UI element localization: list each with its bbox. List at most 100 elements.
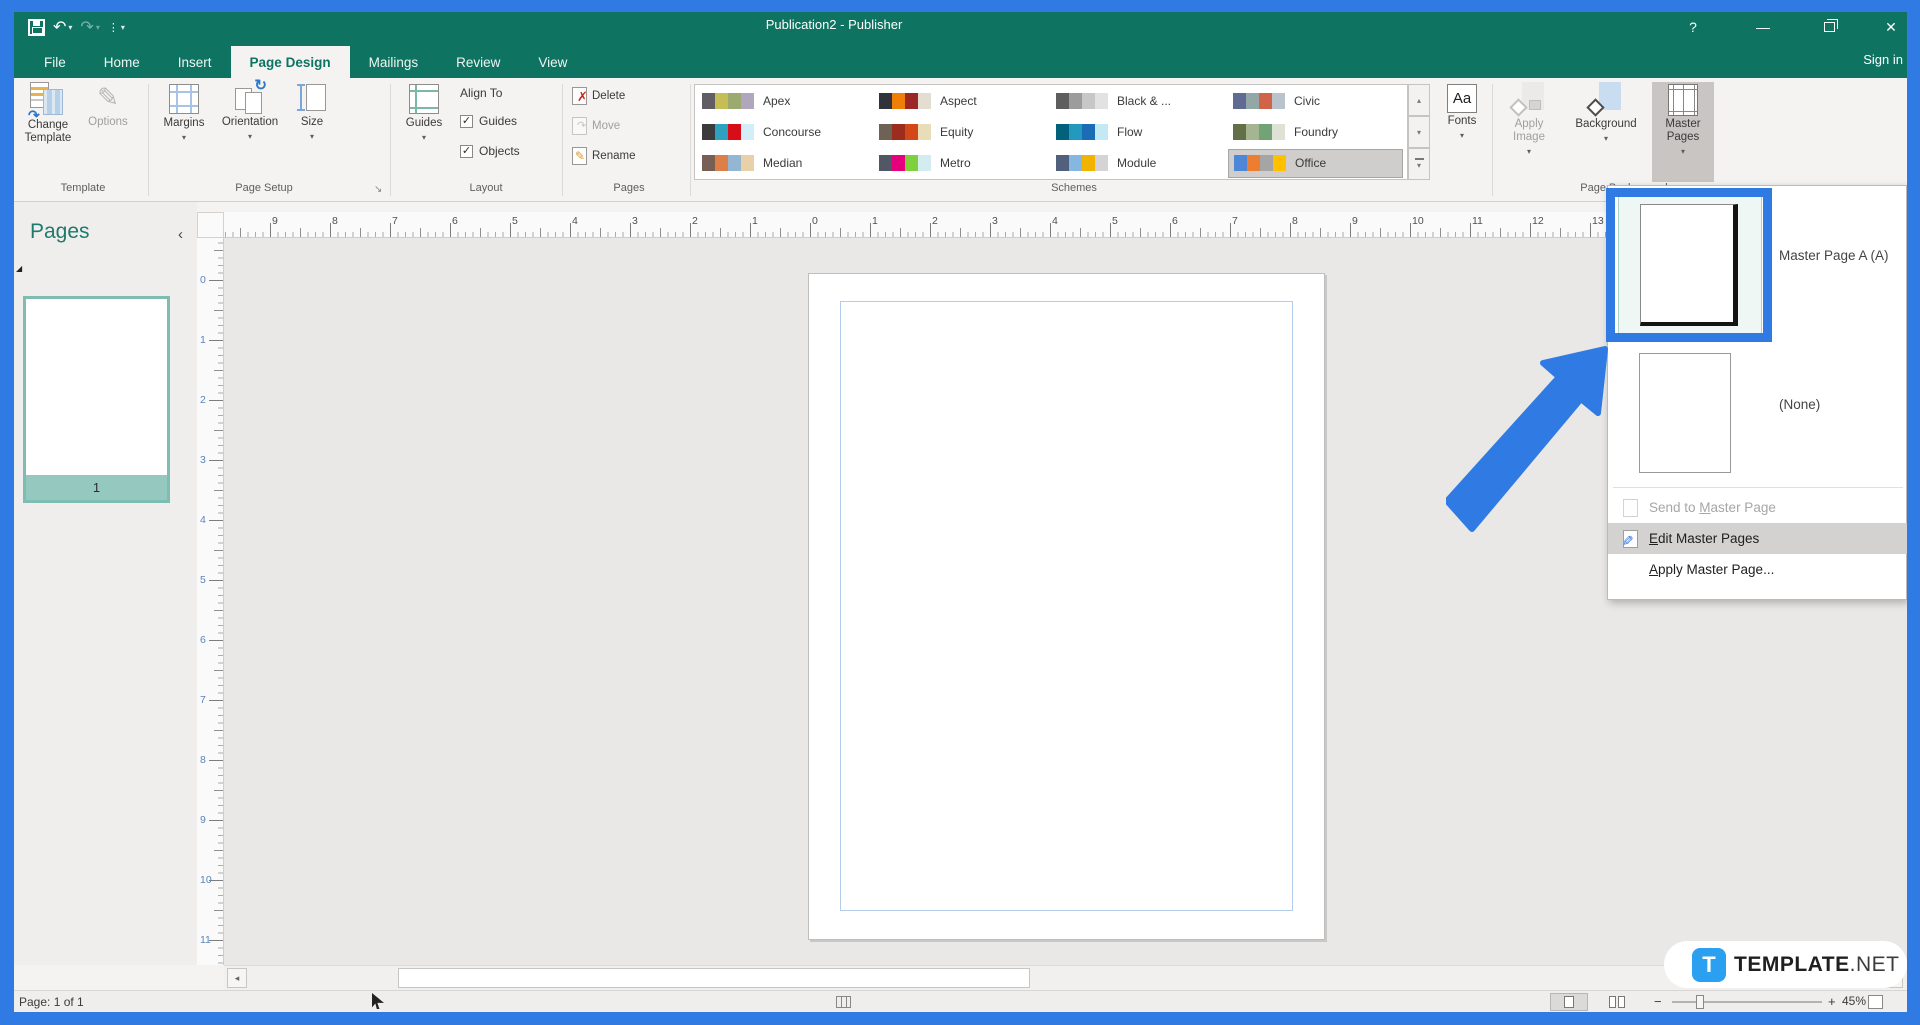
fit-page-button[interactable] [1868,995,1883,1009]
tab-page-design[interactable]: Page Design [231,46,350,78]
undo-button[interactable]: ↶▾ [53,17,72,37]
v-ruler-number: 3 [200,454,206,466]
menu-item-label: Send to Master Page [1649,500,1776,515]
gallery-scrollbar: ▴ ▾ ▾ [1408,84,1430,180]
gallery-scroll-up-button[interactable]: ▴ [1408,84,1430,116]
apply-image-button[interactable]: Apply Image▾ [1500,82,1558,158]
two-page-view-button[interactable] [1598,993,1636,1011]
size-button[interactable]: Size▾ [288,82,336,143]
align-objects-checkbox[interactable]: ✓ Objects [460,144,520,158]
screenshot-border-bottom [0,1012,1920,1025]
chevron-down-icon[interactable]: ▾ [68,23,72,32]
checkbox-checked-icon: ✓ [460,145,473,158]
restore-icon [1824,22,1835,32]
h-ruler-number: 13 [1592,215,1604,227]
h-ruler-number: 9 [272,215,278,227]
align-guides-checkbox[interactable]: ✓ Guides [460,114,517,128]
menu-item-send-to-master-page[interactable]: Send to Master Page [1608,492,1908,523]
scheme-swatch [1233,124,1285,140]
tab-file[interactable]: File [25,46,85,78]
delete-page-button[interactable]: ✗ Delete [572,84,625,108]
minimize-button[interactable]: — [1746,14,1780,40]
group-label-layout: Layout [406,182,566,194]
fonts-aa-icon: Aa [1447,84,1477,113]
scheme-median[interactable]: Median [697,149,872,178]
h-ruler-number: 1 [752,215,758,227]
zoom-slider-thumb[interactable] [1696,995,1704,1009]
scheme-foundry[interactable]: Foundry [1228,117,1403,146]
change-template-icon: ↷ [30,82,66,116]
chevron-down-icon[interactable]: ▾ [96,23,100,32]
maximize-button[interactable] [1812,14,1846,40]
tab-insert[interactable]: Insert [159,46,231,78]
template-net-watermark: T TEMPLATE.NET [1664,941,1907,988]
sign-in-link[interactable]: Sign in [1863,52,1903,67]
send-to-master-icon [1619,499,1641,517]
master-pages-button[interactable]: Master Pages▾ [1652,82,1714,182]
scheme-module[interactable]: Module [1051,149,1226,178]
panel-flyout-icon[interactable]: ◢ [16,264,22,273]
zoom-level[interactable]: 45% [1842,994,1866,1008]
scrollbar-thumb[interactable] [398,968,1030,988]
options-button[interactable]: ✎ Options [80,82,136,129]
scheme-black-[interactable]: Black & ... [1051,86,1226,115]
scheme-civic[interactable]: Civic [1228,86,1403,115]
checkbox-checked-icon: ✓ [460,115,473,128]
zoom-slider-track[interactable] [1672,1001,1822,1003]
fonts-button[interactable]: Aa Fonts▾ [1438,82,1486,142]
zoom-in-button[interactable]: + [1828,994,1836,1009]
zoom-out-button[interactable]: − [1654,994,1662,1009]
customize-qat-button[interactable]: ⋮▾ [108,21,125,34]
vertical-ruler[interactable]: 01234567891011 [197,238,224,965]
v-ruler-number: 9 [200,814,206,826]
collapse-panel-icon[interactable]: ‹ [178,226,183,243]
scheme-swatch [1056,124,1108,140]
menu-item-apply-master-page[interactable]: Apply Master Page... [1608,554,1908,585]
master-pages-icon [1668,84,1698,116]
scheme-name: Aspect [940,94,977,108]
scheme-name: Module [1117,156,1156,170]
close-button[interactable]: ✕ [1874,14,1908,40]
gallery-scroll-down-button[interactable]: ▾ [1408,116,1430,148]
margins-icon [169,84,199,114]
publication-page[interactable] [808,273,1325,940]
scheme-swatch [879,124,931,140]
gallery-expand-button[interactable]: ▾ [1408,148,1430,180]
rename-page-button[interactable]: ✎ Rename [572,144,635,168]
page-thumbnail-1[interactable]: 1 [23,296,170,503]
menu-item-edit-master-pages[interactable]: Edit Master Pages [1608,523,1908,554]
tab-review[interactable]: Review [437,46,519,78]
scheme-office[interactable]: Office [1228,149,1403,178]
dialog-launcher-icon[interactable]: ↘ [374,184,382,195]
scroll-left-icon[interactable]: ◂ [227,968,247,988]
scheme-metro[interactable]: Metro [874,149,1049,178]
orientation-button[interactable]: ↻ Orientation▾ [214,82,286,143]
single-page-view-button[interactable] [1550,993,1588,1011]
tab-home[interactable]: Home [85,46,159,78]
tab-mailings[interactable]: Mailings [350,46,438,78]
cursor-pointer-icon [372,993,384,1009]
page-indicator[interactable]: Page: 1 of 1 [19,995,84,1009]
redo-button[interactable]: ↷▾ [80,17,99,37]
background-button[interactable]: Background▾ [1562,82,1650,145]
move-page-button[interactable]: ↷ Move [572,114,620,138]
scheme-aspect[interactable]: Aspect [874,86,1049,115]
scheme-name: Equity [940,125,973,139]
size-icon [297,82,327,114]
orientation-icon: ↻ [233,82,267,114]
horizontal-scrollbar[interactable]: ◂ ▸ [224,965,1907,990]
tab-view[interactable]: View [519,46,586,78]
scheme-swatch [1234,155,1286,171]
change-template-button[interactable]: ↷ Change Template [18,82,78,145]
scheme-swatch [1056,93,1108,109]
help-button[interactable]: ? [1676,14,1710,40]
master-page-none-item[interactable] [1639,353,1731,473]
margins-button[interactable]: Margins▾ [156,82,212,144]
scheme-flow[interactable]: Flow [1051,117,1226,146]
save-button[interactable] [28,19,45,36]
group-label-schemes: Schemes [994,182,1154,194]
scheme-concourse[interactable]: Concourse [697,117,872,146]
scheme-equity[interactable]: Equity [874,117,1049,146]
guides-button[interactable]: Guides▾ [398,82,450,144]
scheme-apex[interactable]: Apex [697,86,872,115]
